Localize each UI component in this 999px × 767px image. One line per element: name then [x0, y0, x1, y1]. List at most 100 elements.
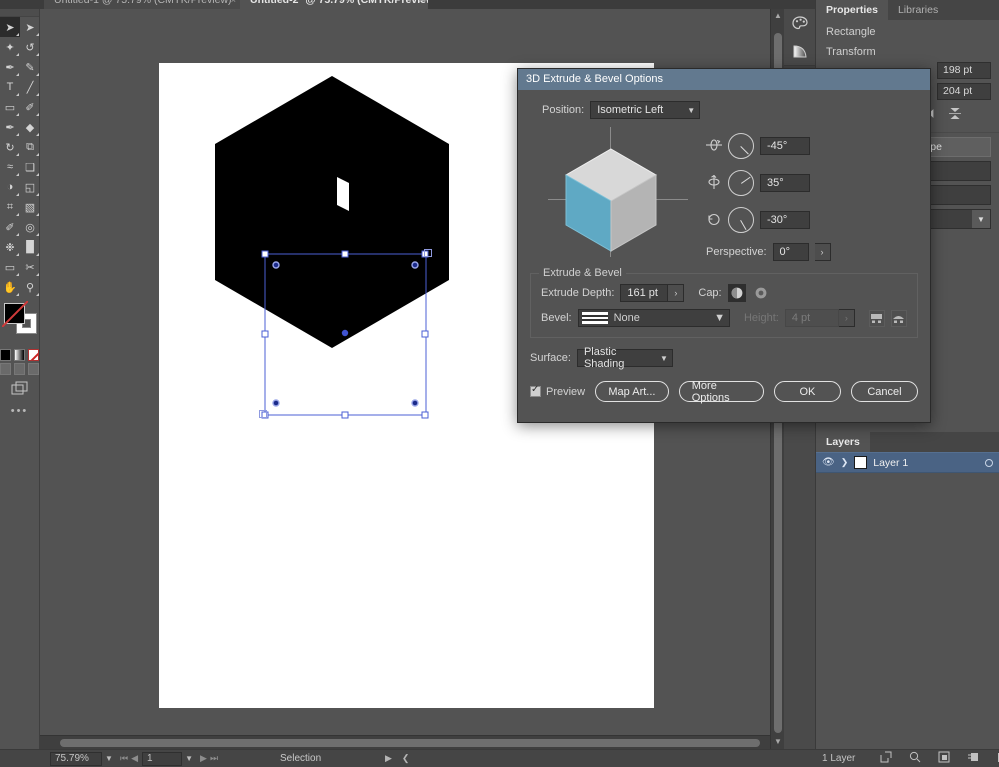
symbol-sprayer-tool[interactable]: ❉ [0, 237, 20, 257]
perspective-field[interactable]: 0° [772, 243, 809, 261]
mesh-tool[interactable]: ⌗ [0, 197, 20, 217]
layer-row[interactable]: 👁 ❯ Layer 1 [816, 452, 999, 473]
tab-libraries[interactable]: Libraries [888, 0, 948, 20]
column-graph-tool[interactable]: █ [20, 237, 40, 257]
draw-normal-icon[interactable] [0, 363, 11, 375]
none-button[interactable] [28, 349, 39, 361]
slice-tool[interactable]: ✂ [20, 257, 40, 277]
width-field[interactable]: 198 pt [937, 62, 991, 79]
preview-checkbox[interactable] [530, 384, 541, 397]
bevel-extent-in-icon[interactable] [890, 309, 908, 327]
draw-behind-icon[interactable] [14, 363, 25, 375]
color-panel-icon[interactable] [784, 9, 816, 37]
rotate-tool[interactable]: ↻ [0, 137, 20, 157]
ok-button[interactable]: OK [773, 381, 841, 402]
zoom-dropdown-icon[interactable]: ▼ [102, 754, 116, 763]
extrude-depth-stepper[interactable]: › [668, 284, 685, 302]
eraser-tool[interactable]: ◆ [20, 117, 40, 137]
document-tab-untitled-1[interactable]: Untitled-1 @ 75.79% (CMYK/Preview) × [44, 0, 240, 9]
prev-artboard-icon[interactable]: ◀ [131, 753, 138, 764]
free-transform-tool[interactable]: ❑ [20, 157, 40, 177]
cap-hollow-button[interactable] [751, 284, 770, 302]
locate-object-icon[interactable] [880, 751, 892, 766]
scroll-up-icon[interactable]: ▲ [771, 9, 785, 23]
selection-tool[interactable]: ➤ [0, 17, 20, 37]
magic-wand-tool[interactable]: ✦ [0, 37, 20, 57]
status-next-icon[interactable]: ▶ [385, 753, 392, 764]
screen-mode-button[interactable] [0, 381, 39, 397]
extrude-depth-field[interactable]: 161 pt [620, 284, 669, 302]
zoom-tool[interactable]: ⚲ [20, 277, 40, 297]
next-artboard-icon[interactable]: ▶ [200, 753, 207, 764]
color-button[interactable] [0, 349, 11, 361]
artboard-number-field[interactable]: 1 [142, 751, 183, 766]
gradient-tool[interactable]: ▧ [20, 197, 40, 217]
rotate-x-dial[interactable] [728, 133, 754, 159]
width-tool[interactable]: ≈ [0, 157, 20, 177]
close-icon[interactable]: × [231, 0, 236, 9]
last-artboard-icon[interactable]: ⏭ [210, 753, 218, 764]
layer-target-icon[interactable] [985, 458, 993, 467]
perspective-stepper[interactable]: › [814, 243, 831, 261]
curvature-tool[interactable]: ✎ [20, 57, 40, 77]
chevron-right-icon[interactable]: ❯ [841, 457, 849, 468]
tools-panel-grip[interactable] [0, 9, 39, 17]
chevron-down-icon[interactable]: ▼ [972, 210, 990, 228]
edit-toolbar-button[interactable]: ••• [0, 405, 39, 417]
position-select[interactable]: Isometric Left ▼ [590, 101, 701, 119]
rotate-x-field[interactable]: -45° [760, 137, 810, 155]
rectangle-tool[interactable]: ▭ [0, 97, 20, 117]
lasso-tool[interactable]: ↺ [20, 37, 40, 57]
cube-preview[interactable] [548, 127, 688, 257]
new-sublayer-icon[interactable] [967, 751, 979, 766]
draw-inside-icon[interactable] [28, 363, 39, 375]
rotate-y-dial[interactable] [728, 170, 754, 196]
document-tab-untitled-2[interactable]: Untitled-2* @ 75.79% (CMYK/Preview) × [240, 0, 438, 9]
surface-select[interactable]: Plastic Shading ▼ [576, 346, 673, 370]
shape-builder-tool[interactable]: ◑ [0, 177, 20, 197]
rotate-z-field[interactable]: -30° [760, 211, 810, 229]
blend-tool[interactable]: ◎ [20, 217, 40, 237]
hand-tool[interactable]: ✋ [0, 277, 20, 297]
cap-solid-button[interactable] [727, 284, 746, 302]
paintbrush-tool[interactable]: ✐ [20, 97, 40, 117]
pen-tool[interactable]: ✒ [0, 57, 20, 77]
rotate-y-field[interactable]: 35° [760, 174, 810, 192]
direct-selection-tool[interactable]: ➤ [20, 17, 40, 37]
gradient-button[interactable] [14, 349, 25, 361]
zoom-level-field[interactable]: 75.79% [50, 751, 102, 766]
more-options-button[interactable]: More Options [678, 380, 764, 404]
artboard-tool[interactable]: ▭ [0, 257, 20, 277]
bevel-extent-out-icon[interactable] [868, 309, 885, 327]
status-prev-icon[interactable]: ❮ [402, 753, 410, 764]
bevel-row: Bevel: None ▼ Height: 4 pt › [541, 309, 908, 327]
cap-label: Cap: [698, 287, 722, 299]
horizontal-scroll-thumb[interactable] [60, 739, 760, 747]
flip-vertical-icon[interactable] [948, 107, 962, 122]
tab-layers[interactable]: Layers [816, 432, 870, 452]
dialog-footer: Preview Map Art... More Options OK Cance… [530, 380, 918, 404]
line-segment-tool[interactable]: ╱ [20, 77, 40, 97]
scroll-down-icon[interactable]: ▼ [771, 735, 785, 749]
cancel-button[interactable]: Cancel [850, 381, 918, 402]
height-field[interactable]: 204 pt [937, 83, 991, 100]
tab-properties[interactable]: Properties [816, 0, 888, 20]
map-art-button[interactable]: Map Art... [595, 381, 669, 402]
canvas-horizontal-scrollbar[interactable] [40, 735, 770, 749]
preview-toggle[interactable]: Preview [530, 384, 585, 398]
type-tool[interactable]: T [0, 77, 20, 97]
scale-tool[interactable]: ⧉ [20, 137, 40, 157]
eye-icon[interactable]: 👁 [822, 457, 835, 468]
shaper-tool[interactable]: ✒ [0, 117, 20, 137]
artboard-dropdown-icon[interactable]: ▼ [182, 754, 196, 763]
search-icon[interactable] [909, 751, 921, 766]
make-clipping-mask-icon[interactable] [938, 751, 950, 766]
bevel-select[interactable]: None ▼ [577, 309, 730, 327]
gradient-panel-icon[interactable] [784, 37, 816, 65]
eyedropper-tool[interactable]: ✐ [0, 217, 20, 237]
first-artboard-icon[interactable]: ⏮ [120, 753, 128, 764]
dock-grip[interactable] [784, 0, 815, 9]
close-icon[interactable]: × [419, 0, 424, 9]
rotate-z-dial[interactable] [728, 207, 754, 233]
perspective-grid-tool[interactable]: ◱ [20, 177, 40, 197]
